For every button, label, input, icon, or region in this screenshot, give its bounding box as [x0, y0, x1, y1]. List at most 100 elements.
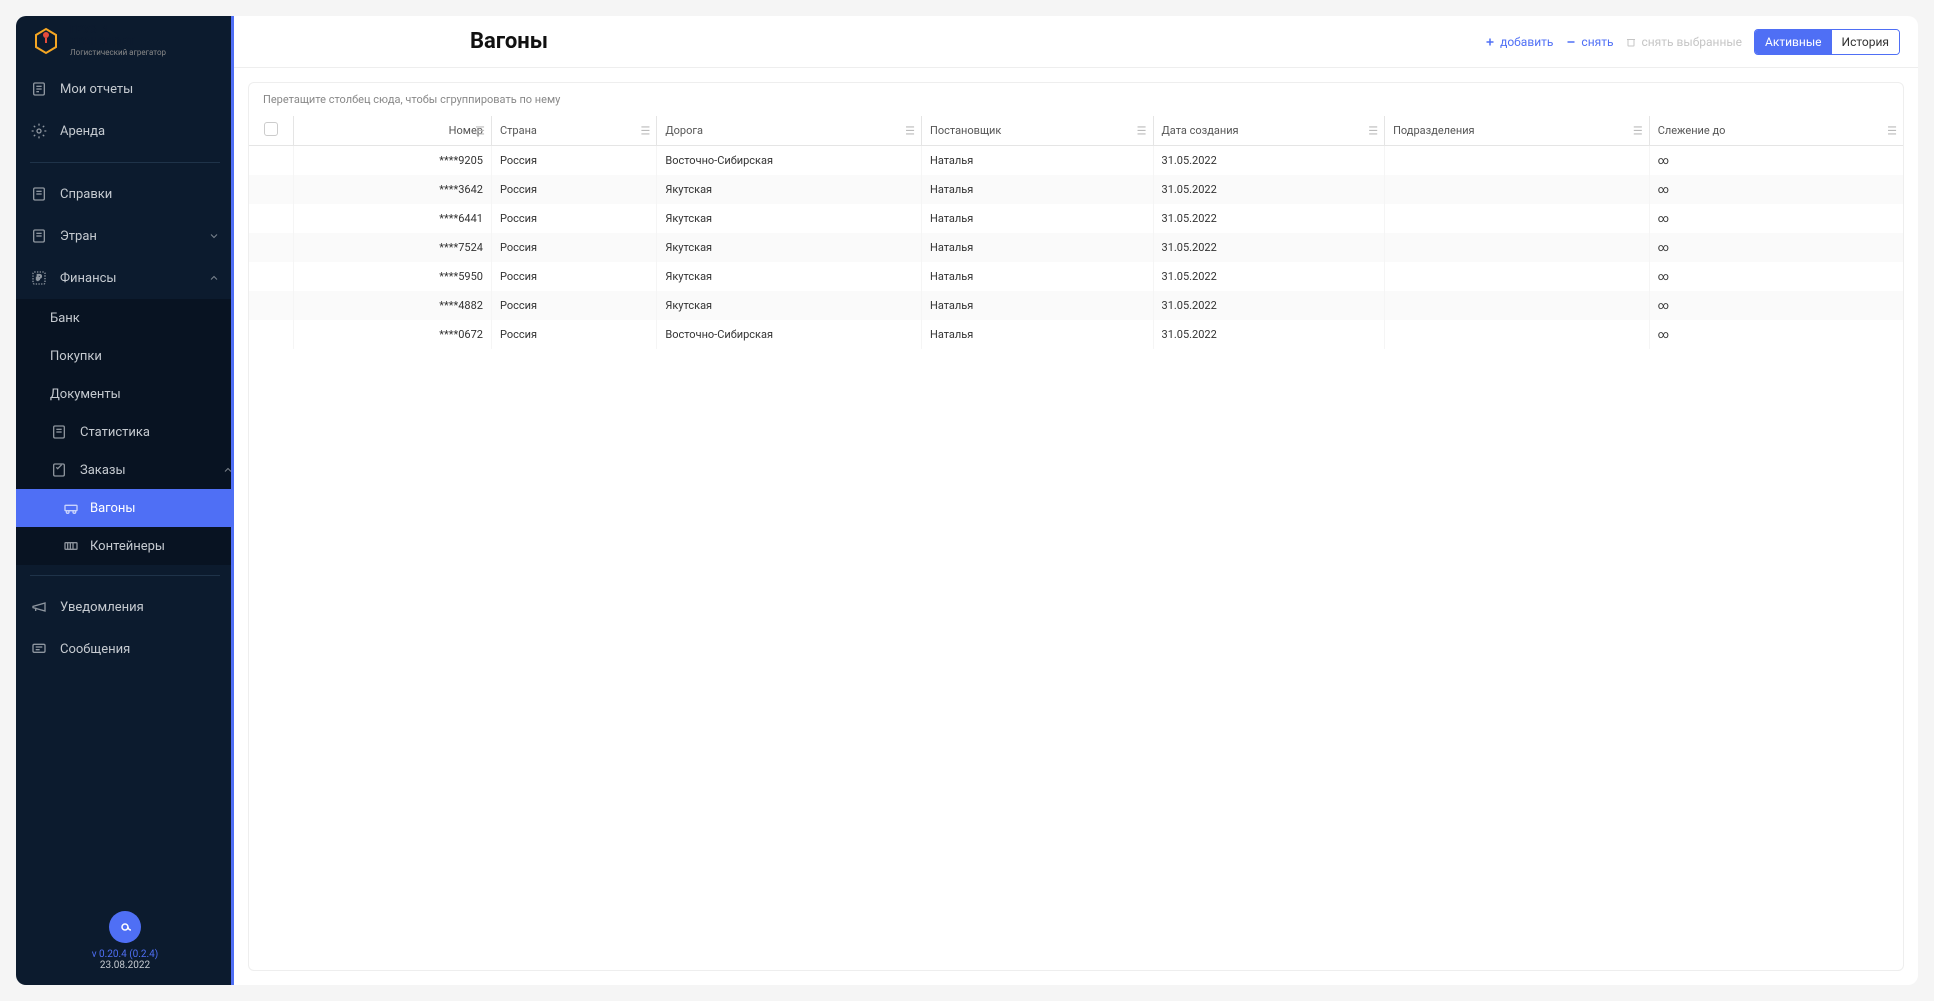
nav-label: Справки: [60, 187, 112, 202]
cell-created: 31.05.2022: [1153, 204, 1385, 233]
version-text: v 0.20.4 (0.2.4): [16, 949, 234, 960]
nav-label: Сообщения: [60, 642, 130, 657]
logo-icon: [30, 25, 62, 57]
cell-tracking: ∞: [1649, 262, 1903, 291]
nav-rent[interactable]: Аренда: [16, 110, 234, 152]
sidebar-footer: v 0.20.4 (0.2.4) 23.08.2022: [16, 899, 234, 985]
table-row[interactable]: ****9205РоссияВосточно-СибирскаяНаталья3…: [249, 146, 1903, 176]
tab-active[interactable]: Активные: [1755, 30, 1831, 54]
column-country[interactable]: Страна☰: [491, 116, 656, 146]
minus-icon: [1565, 36, 1577, 48]
column-departments[interactable]: Подразделения ☰: [1385, 116, 1650, 146]
column-created[interactable]: Дата создания☰: [1153, 116, 1385, 146]
cell-tracking: ∞: [1649, 204, 1903, 233]
column-checkbox[interactable]: [249, 116, 293, 146]
nav-label: Уведомления: [60, 600, 144, 615]
row-checkbox-cell[interactable]: [249, 204, 293, 233]
nav-label: Аренда: [60, 124, 105, 139]
remove-button[interactable]: снять: [1565, 35, 1613, 49]
nav-label: Документы: [50, 387, 121, 402]
column-menu-icon[interactable]: ☰: [1633, 124, 1643, 137]
nav-label: Вагоны: [90, 501, 136, 516]
nav-finance[interactable]: ₽ Финансы: [16, 257, 234, 299]
cell-road: Якутская: [657, 262, 922, 291]
column-menu-icon[interactable]: ☰: [1137, 124, 1147, 137]
cell-country: Россия: [491, 204, 656, 233]
cell-tracking: ∞: [1649, 291, 1903, 320]
group-hint[interactable]: Перетащите столбец сюда, чтобы сгруппиро…: [249, 83, 1903, 116]
column-label: Подразделения: [1393, 124, 1475, 137]
nav-my-reports[interactable]: Мои отчеты: [16, 68, 234, 110]
logo[interactable]: ГРУЗ ИТРАНСПОРТ Логистический агрегатор: [14, 24, 232, 57]
svg-text:₽: ₽: [36, 274, 42, 283]
column-menu-icon[interactable]: ☰: [640, 124, 650, 137]
nav-orders[interactable]: Заказы: [16, 451, 234, 489]
cell-country: Россия: [491, 146, 656, 176]
table-row[interactable]: ****5950РоссияЯкутскаяНаталья31.05.2022∞: [249, 262, 1903, 291]
cell-country: Россия: [491, 175, 656, 204]
cell-road: Якутская: [657, 175, 922, 204]
table-row[interactable]: ****0672РоссияВосточно-СибирскаяНаталья3…: [249, 320, 1903, 349]
cell-departments: [1385, 146, 1650, 176]
add-label: добавить: [1500, 35, 1553, 49]
remove-label: снять: [1581, 35, 1613, 49]
ruble-icon: ₽: [30, 269, 48, 287]
nav-stats[interactable]: Статистика: [16, 413, 234, 451]
nav-divider: [30, 162, 220, 163]
cell-number: ****9205: [293, 146, 491, 176]
column-number[interactable]: Номер☰: [293, 116, 491, 146]
megaphone-icon: [30, 598, 48, 616]
column-menu-icon[interactable]: ☰: [905, 124, 915, 137]
table-row[interactable]: ****4882РоссияЯкутскаяНаталья31.05.2022∞: [249, 291, 1903, 320]
header: ГРУЗ ИТРАНСПОРТ Логистический агрегатор …: [234, 16, 1918, 68]
add-button[interactable]: добавить: [1484, 35, 1553, 49]
row-checkbox-cell[interactable]: [249, 262, 293, 291]
row-checkbox-cell[interactable]: [249, 320, 293, 349]
table-row[interactable]: ****6441РоссияЯкутскаяНаталья31.05.2022∞: [249, 204, 1903, 233]
cell-road: Якутская: [657, 291, 922, 320]
cell-tracking: ∞: [1649, 233, 1903, 262]
chevron-up-icon: [208, 272, 220, 284]
nav-wagons[interactable]: Вагоны: [16, 489, 234, 527]
column-menu-icon[interactable]: ☰: [475, 124, 485, 137]
nav-etran[interactable]: Этран: [16, 215, 234, 257]
column-menu-icon[interactable]: ☰: [1887, 124, 1897, 137]
orders-icon: [50, 461, 68, 479]
data-grid: Перетащите столбец сюда, чтобы сгруппиро…: [248, 82, 1904, 971]
column-tracking[interactable]: Слежение до☰: [1649, 116, 1903, 146]
row-checkbox-cell[interactable]: [249, 146, 293, 176]
cell-supplier: Наталья: [921, 320, 1153, 349]
sidebar-accent: [231, 16, 234, 985]
nav-containers[interactable]: Контейнеры: [16, 527, 234, 565]
nav-label: Финансы: [60, 271, 117, 286]
row-checkbox-cell[interactable]: [249, 291, 293, 320]
cell-supplier: Наталья: [921, 175, 1153, 204]
cell-number: ****0672: [293, 320, 491, 349]
table-row[interactable]: ****3642РоссияЯкутскаяНаталья31.05.2022∞: [249, 175, 1903, 204]
tab-history[interactable]: История: [1832, 30, 1899, 54]
row-checkbox-cell[interactable]: [249, 233, 293, 262]
cell-created: 31.05.2022: [1153, 262, 1385, 291]
cell-departments: [1385, 291, 1650, 320]
nav-documents[interactable]: Документы: [16, 375, 234, 413]
column-supplier[interactable]: Постановщик☰: [921, 116, 1153, 146]
nav-label: Банк: [50, 311, 80, 326]
cell-created: 31.05.2022: [1153, 175, 1385, 204]
build-date: 23.08.2022: [16, 960, 234, 971]
column-menu-icon[interactable]: ☰: [1368, 124, 1378, 137]
document-icon: [30, 185, 48, 203]
row-checkbox-cell[interactable]: [249, 175, 293, 204]
nav-label: Заказы: [80, 463, 126, 478]
nav-notifications[interactable]: Уведомления: [16, 586, 234, 628]
trash-icon: [1625, 36, 1637, 48]
cell-supplier: Наталья: [921, 233, 1153, 262]
nav-bank[interactable]: Банк: [16, 299, 234, 337]
column-road[interactable]: Дорога☰: [657, 116, 922, 146]
nav-messages[interactable]: Сообщения: [16, 628, 234, 670]
document-icon: [30, 227, 48, 245]
table-row[interactable]: ****7524РоссияЯкутскаяНаталья31.05.2022∞: [249, 233, 1903, 262]
help-button[interactable]: [109, 911, 141, 943]
nav-purchases[interactable]: Покупки: [16, 337, 234, 375]
status-tabs: Активные История: [1754, 29, 1900, 55]
nav-refs[interactable]: Справки: [16, 173, 234, 215]
